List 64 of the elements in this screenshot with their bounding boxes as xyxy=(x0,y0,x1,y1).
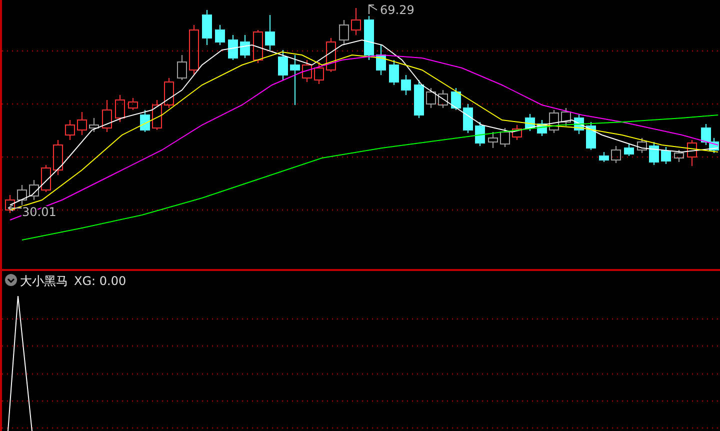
candlestick xyxy=(586,122,596,150)
candlestick xyxy=(351,8,361,36)
candlestick xyxy=(438,90,448,108)
candlestick xyxy=(624,144,634,156)
candlestick xyxy=(674,150,684,162)
candlestick xyxy=(41,164,51,192)
candlestick xyxy=(17,184,27,206)
candlestick xyxy=(661,146,671,164)
candlestick xyxy=(152,100,162,130)
candlestick xyxy=(278,50,288,80)
candlestick xyxy=(202,10,212,46)
candlestick xyxy=(89,118,99,132)
candlestick xyxy=(401,74,411,96)
candlestick xyxy=(687,140,697,166)
candlestick xyxy=(426,88,436,108)
candlestick xyxy=(115,94,125,122)
candlestick xyxy=(290,54,300,106)
candlestick xyxy=(326,38,336,72)
candlestick xyxy=(364,16,374,60)
dropdown-icon[interactable] xyxy=(5,274,17,286)
candlestick xyxy=(637,138,647,154)
indicator-name: 大小黑马 xyxy=(20,274,68,288)
candlestick xyxy=(512,124,522,140)
candlestick xyxy=(574,114,584,134)
candlestick xyxy=(29,180,39,200)
candlestick xyxy=(389,60,399,86)
candlestick xyxy=(65,120,75,140)
candlestick xyxy=(709,138,719,154)
candlestick xyxy=(228,34,238,60)
candlestick xyxy=(463,104,473,134)
indicator-reading: XG: 0.00 xyxy=(74,274,126,288)
candlestick xyxy=(253,30,263,64)
candlestick xyxy=(314,62,324,84)
candlestick xyxy=(549,110,559,134)
candlestick xyxy=(451,88,461,110)
candlestick xyxy=(649,142,659,166)
candlestick xyxy=(140,110,150,132)
candlestick xyxy=(128,98,138,110)
candlestick xyxy=(102,100,112,132)
candlestick xyxy=(53,140,63,176)
candlestick xyxy=(240,34,250,58)
candlestick xyxy=(189,24,199,76)
candlestick xyxy=(376,44,386,76)
candlestick xyxy=(525,114,535,132)
candlestick xyxy=(215,24,225,46)
candlestick xyxy=(177,54,187,80)
candlestick xyxy=(701,124,711,146)
candlestick xyxy=(164,78,174,108)
candlestick xyxy=(561,108,571,126)
candlestick xyxy=(5,194,15,214)
candlestick xyxy=(265,14,275,50)
marker-arrow-icon xyxy=(368,4,378,14)
candlestick xyxy=(77,112,87,136)
candlestick xyxy=(302,60,312,82)
candlestick xyxy=(537,120,547,136)
candlestick xyxy=(599,152,609,162)
candlestick xyxy=(339,20,349,46)
candlestick xyxy=(475,122,485,146)
candlestick xyxy=(500,128,510,148)
marker-arrow-icon xyxy=(8,204,22,212)
candlestick xyxy=(414,80,424,118)
high-price-label: 69.29 xyxy=(380,3,414,17)
candlestick xyxy=(611,146,621,164)
candlestick xyxy=(488,132,498,148)
